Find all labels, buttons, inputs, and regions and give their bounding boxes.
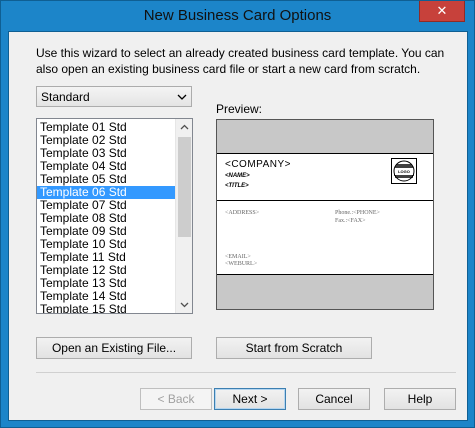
card-address-field: <ADDRESS> xyxy=(225,210,260,216)
logo-icon: LOGO xyxy=(391,158,417,184)
scroll-down-arrow-icon[interactable] xyxy=(176,296,193,313)
dropdown-selected-value: Standard xyxy=(41,90,90,104)
card-type-dropdown[interactable]: Standard xyxy=(36,86,192,107)
next-button[interactable]: Next > xyxy=(214,388,286,410)
template-listbox[interactable]: Template 01 Std Template 02 Std Template 0… xyxy=(36,118,193,314)
template-list-item[interactable]: Template 15 Std xyxy=(37,303,175,314)
start-from-scratch-button[interactable]: Start from Scratch xyxy=(216,337,372,359)
card-web-field: <WEBURL> xyxy=(225,261,258,267)
intro-text: Use this wizard to select an already cre… xyxy=(36,46,445,76)
card-fax-field: Fax.:<FAX> xyxy=(335,218,366,224)
scroll-thumb[interactable] xyxy=(178,137,191,237)
close-button[interactable]: ✕ xyxy=(419,1,465,22)
template-list: Template 01 Std Template 02 Std Template 0… xyxy=(37,121,175,314)
card-company-field: <COMPANY> xyxy=(225,159,291,170)
help-button[interactable]: Help xyxy=(384,388,456,410)
logo-label: LOGO xyxy=(395,169,413,175)
card-preview: <COMPANY> <NAME> <TITLE> LOGO <ADDRESS> xyxy=(216,119,434,310)
dialog-window: New Business Card Options ✕ Use this wiz… xyxy=(0,0,475,428)
card-phone-field: Phone.:<PHONE> xyxy=(335,210,380,216)
window-title: New Business Card Options xyxy=(143,7,332,24)
cancel-button[interactable]: Cancel xyxy=(298,388,370,410)
footer-separator xyxy=(36,372,456,373)
dialog-body: Use this wizard to select an already cre… xyxy=(8,31,468,421)
card-email-field: <EMAIL> xyxy=(225,254,251,260)
card-front-preview: <COMPANY> <NAME> <TITLE> LOGO xyxy=(217,153,433,201)
card-name-field: <NAME> xyxy=(225,173,250,179)
chevron-down-icon xyxy=(177,94,187,100)
card-back-preview: <ADDRESS> Phone.:<PHONE> Fax.:<FAX> <EMA… xyxy=(217,201,433,275)
card-title-field: <TITLE> xyxy=(225,183,249,189)
back-button[interactable]: < Back xyxy=(140,388,212,410)
preview-label: Preview: xyxy=(216,102,263,116)
vertical-scrollbar[interactable] xyxy=(175,119,192,313)
title-bar[interactable]: New Business Card Options ✕ xyxy=(1,1,474,31)
open-existing-file-button[interactable]: Open an Existing File... xyxy=(36,337,192,359)
scroll-up-arrow-icon[interactable] xyxy=(176,119,193,136)
